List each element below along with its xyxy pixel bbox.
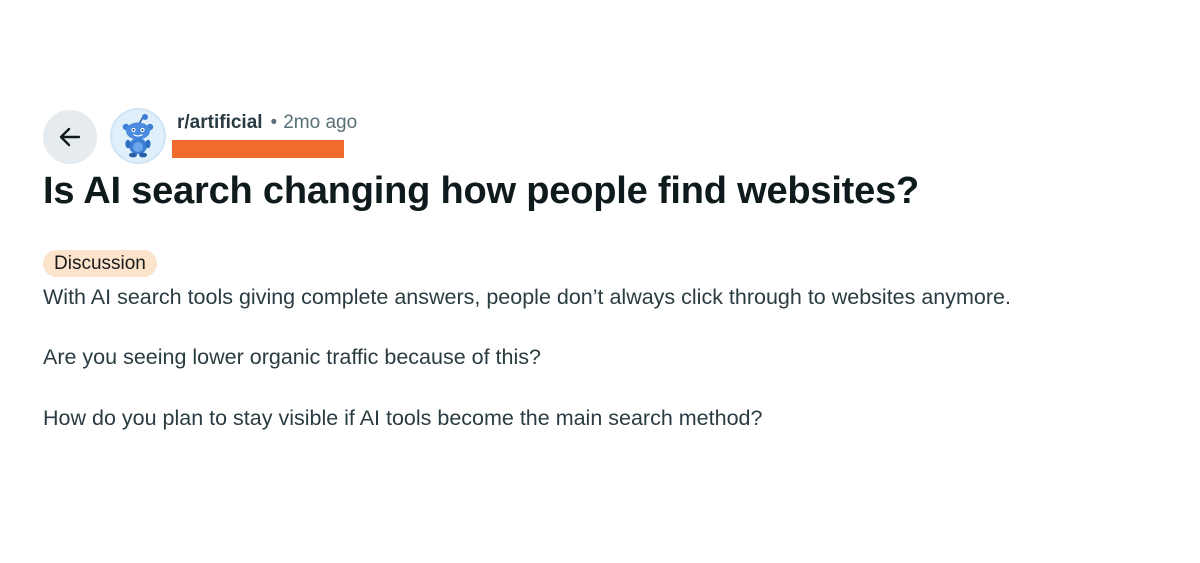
redacted-username-bar [172, 140, 344, 158]
post-title: Is AI search changing how people find we… [43, 170, 920, 212]
post-meta: r/artificial • 2mo ago [177, 112, 357, 134]
post-body-paragraph-3: How do you plan to stay visible if AI to… [43, 406, 763, 430]
subreddit-avatar[interactable] [110, 108, 166, 164]
post-body-paragraph-2: Are you seeing lower organic traffic bec… [43, 345, 541, 369]
post-body-paragraph-1: With AI search tools giving complete ans… [43, 285, 1011, 309]
post-timestamp: 2mo ago [283, 112, 358, 133]
subreddit-link[interactable]: r/artificial [177, 112, 263, 134]
meta-separator: • [270, 112, 278, 133]
back-button[interactable] [43, 110, 97, 164]
reddit-snoo-icon [112, 110, 164, 162]
arrow-left-icon [59, 127, 81, 147]
post-flair-badge[interactable]: Discussion [43, 250, 157, 277]
